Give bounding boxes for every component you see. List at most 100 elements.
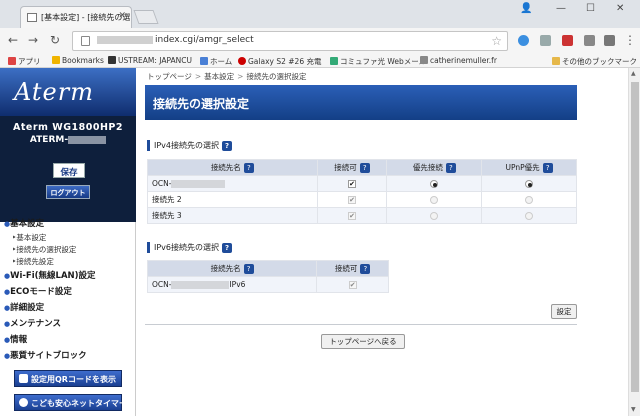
scrollbar-thumb[interactable] [631, 82, 639, 392]
priority-radio [430, 212, 439, 220]
sidebar: Aterm Aterm WG1800HP2 ATERM- 保存 ログアウト ●基… [0, 68, 136, 416]
tab-title: [基本設定] - [接続先の選 [41, 13, 131, 22]
help-icon[interactable]: ? [360, 264, 371, 274]
breadcrumb: トップページ > 基本設定 > 接続先の選択設定 [147, 72, 307, 81]
bookmark-ustream[interactable]: USTREAM: JAPANCU [108, 56, 192, 65]
cast-icon[interactable] [584, 35, 595, 46]
help-icon[interactable]: ? [542, 163, 553, 173]
menu-icon[interactable]: ⋮ [624, 34, 636, 46]
tab-bar: [基本設定] - [接続先の選 ✕ 👤 — ☐ ✕ [0, 0, 640, 28]
help-icon[interactable]: ? [359, 163, 370, 173]
page-favicon-icon [27, 13, 37, 22]
page-info-icon[interactable] [81, 36, 90, 46]
column-header-enabled: 接続可? [316, 260, 389, 277]
enabled-checkbox: ✔ [348, 196, 357, 204]
upnp-radio[interactable] [525, 180, 534, 188]
ipv4-heading: IPv4接続先の選択? [147, 140, 233, 151]
priority-radio [430, 196, 439, 204]
menu-maintenance[interactable]: ●メンテナンス [4, 316, 134, 332]
menu-info[interactable]: ●情報 [4, 332, 134, 348]
table-row: OCN- ✔ [147, 175, 577, 192]
back-icon[interactable]: ← [8, 34, 18, 46]
sidebar-menu: ●基本設定 ‣基本設定 ‣接続先の選択設定 ‣接続先設定 ●Wi-Fi(無線LA… [4, 216, 134, 364]
user-icon[interactable]: 👤 [520, 3, 532, 14]
enabled-checkbox: ✔ [348, 281, 357, 289]
menu-eco[interactable]: ●ECOモード設定 [4, 284, 134, 300]
help-icon[interactable]: ? [445, 163, 456, 173]
logout-button[interactable]: ログアウト [46, 185, 90, 199]
bookmark-bookmarks[interactable]: Bookmarks [52, 56, 104, 65]
home-icon [200, 57, 208, 65]
bookmark-star-icon[interactable]: ☆ [491, 34, 502, 48]
enabled-checkbox[interactable]: ✔ [348, 180, 357, 188]
help-icon[interactable]: ? [222, 141, 233, 151]
red-extension-icon[interactable] [562, 35, 573, 46]
device-panel: Aterm WG1800HP2 ATERM- 保存 ログアウト [0, 116, 136, 222]
bookmark-home[interactable]: ホーム [200, 56, 232, 67]
bookmark-other[interactable]: その他のブックマーク [552, 56, 637, 67]
menu-wifi[interactable]: ●Wi-Fi(無線LAN)設定 [4, 268, 134, 284]
help-icon[interactable]: ? [243, 163, 254, 173]
mail-icon [330, 57, 338, 65]
scroll-up-icon[interactable]: ▲ [631, 70, 636, 77]
reload-icon[interactable]: ↻ [50, 34, 60, 46]
bookmark-galaxy[interactable]: Galaxy S2 #26 充電 [238, 56, 321, 67]
connection-name: 接続先 3 [147, 207, 318, 224]
redacted-name [171, 180, 226, 188]
page-title: 接続先の選択設定 [145, 85, 577, 120]
breadcrumb-top[interactable]: トップページ [147, 72, 192, 81]
breadcrumb-basic[interactable]: 基本設定 [204, 72, 234, 81]
kids-timer-button[interactable]: こども安心ネットタイマー [14, 394, 127, 411]
menu-sub-connection-select[interactable]: ‣接続先の選択設定 [4, 244, 134, 256]
page-icon [420, 56, 428, 64]
browser-tab[interactable]: [基本設定] - [接続先の選 ✕ [20, 6, 132, 28]
qr-code-icon [19, 374, 28, 383]
tab-close-icon[interactable]: ✕ [118, 11, 126, 21]
download-icon[interactable] [604, 35, 615, 46]
help-icon[interactable]: ? [222, 243, 233, 253]
ipv6-heading: IPv6接続先の選択? [147, 242, 233, 253]
bookmark-apps[interactable]: アプリ [8, 56, 41, 67]
ustream-icon [108, 56, 116, 64]
connection-name: 接続先 2 [147, 191, 318, 208]
upnp-radio [525, 212, 534, 220]
connection-name: OCN- IPv6 [146, 276, 318, 293]
redacted-ssid [68, 135, 107, 144]
bookmark-webmail[interactable]: コミュファ光 Webメール [330, 56, 426, 67]
menu-advanced[interactable]: ●詳細設定 [4, 300, 134, 316]
star-icon [52, 56, 60, 64]
scroll-down-icon[interactable]: ▼ [631, 406, 636, 413]
help-icon[interactable]: ? [243, 264, 254, 274]
connection-name: OCN- [147, 175, 318, 192]
show-qr-button[interactable]: 設定用QRコードを表示 [14, 370, 122, 387]
r-logo-icon [238, 57, 246, 65]
menu-site-block[interactable]: ●悪質サイトブロック [4, 348, 134, 364]
column-header-enabled: 接続可? [316, 159, 388, 176]
scrollbar[interactable]: ▲ ▼ [628, 68, 640, 416]
menu-basic-settings[interactable]: ●基本設定 [4, 216, 134, 232]
cloud-extension-icon[interactable] [518, 35, 529, 46]
bookmarks-bar: アプリ Bookmarks USTREAM: JAPANCU ホーム Galax… [0, 54, 640, 68]
new-tab-button[interactable] [133, 10, 159, 24]
apply-settings-button[interactable]: 設定 [551, 304, 577, 319]
address-bar[interactable]: index.cgi/amgr_select ☆ [72, 31, 508, 51]
device-ssid: ATERM- [0, 135, 136, 145]
forward-icon[interactable]: → [28, 34, 38, 46]
minimize-icon[interactable]: — [556, 3, 566, 14]
column-header-name: 接続先名? [146, 260, 318, 277]
save-button[interactable]: 保存 [53, 163, 85, 178]
maximize-icon[interactable]: ☐ [586, 3, 595, 14]
aterm-logo: Aterm [0, 68, 136, 116]
divider [145, 324, 577, 325]
folder-icon [552, 57, 560, 65]
extension-icon[interactable] [540, 35, 551, 46]
priority-radio[interactable] [430, 180, 439, 188]
back-to-top-button[interactable]: トップページへ戻る [321, 334, 405, 349]
menu-sub-basic[interactable]: ‣基本設定 [4, 232, 134, 244]
column-header-name: 接続先名? [147, 159, 318, 176]
menu-sub-connection-settings[interactable]: ‣接続先設定 [4, 256, 134, 268]
column-header-upnp: UPnP優先? [481, 159, 577, 176]
breadcrumb-current: 接続先の選択設定 [246, 72, 307, 81]
bookmark-catherinemuller[interactable]: catherinemuller.fr [420, 56, 497, 65]
close-window-icon[interactable]: ✕ [616, 3, 624, 14]
